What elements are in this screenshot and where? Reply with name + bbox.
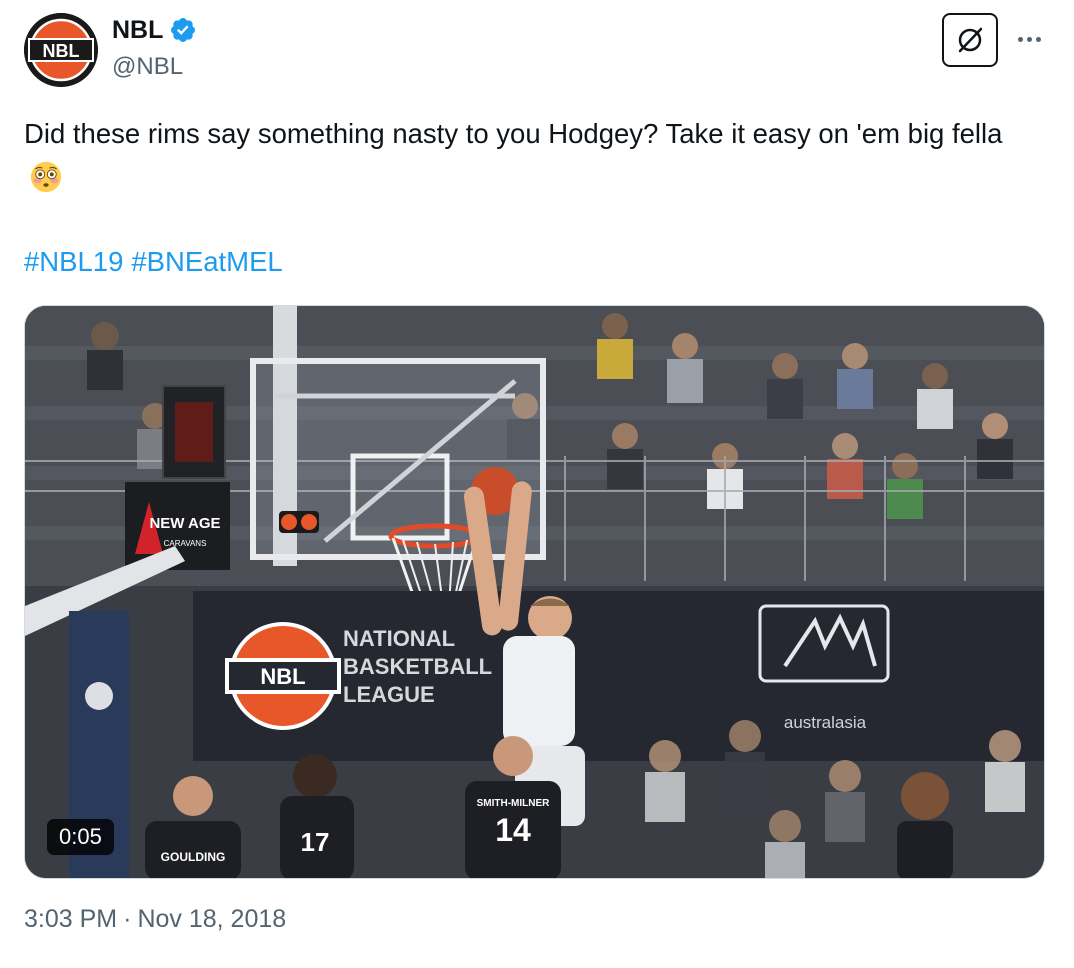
league-name-line-3: LEAGUE xyxy=(343,682,435,707)
hashtag-link[interactable]: #NBL19 xyxy=(24,240,123,284)
grok-icon xyxy=(958,27,983,53)
sponsor-name-text: NEW AGE xyxy=(149,515,220,532)
author-avatar[interactable]: NBL xyxy=(24,13,98,87)
verified-badge-icon xyxy=(171,18,196,42)
league-logo-text: NBL xyxy=(260,664,305,689)
jersey1-name: SMITH-MILNER xyxy=(477,798,551,809)
nbl-logo: NBL xyxy=(24,13,98,87)
league-name-line-2: BASKETBALL xyxy=(343,654,492,679)
author-display-name[interactable]: NBL xyxy=(112,16,163,45)
flushed-face-emoji-icon xyxy=(30,161,62,193)
video-player[interactable]: NEW AGE CARAVANS NBL NATIONAL BASKETBALL… xyxy=(24,305,1045,879)
tweet-text-body: Did these rims say something nasty to yo… xyxy=(24,118,1003,149)
player-right xyxy=(897,772,953,878)
avatar-logo-text: NBL xyxy=(43,41,80,61)
tweet-card: NBL NBL @NBL Did these rims say somethin… xyxy=(0,0,1074,968)
more-dot-icon xyxy=(1017,36,1023,42)
hashtag-link[interactable]: #BNEatMEL xyxy=(131,240,282,284)
author-handle[interactable]: @NBL xyxy=(112,53,183,81)
more-dot-icon xyxy=(1035,36,1041,42)
sponsor2-text: australasia xyxy=(784,713,867,732)
tweet-text: Did these rims say something nasty to yo… xyxy=(24,112,1034,200)
author-name-row[interactable]: NBL xyxy=(112,15,197,45)
sponsor-sub-text: CARAVANS xyxy=(164,539,207,548)
more-dot-icon xyxy=(1026,36,1032,42)
video-thumbnail: NEW AGE CARAVANS NBL NATIONAL BASKETBALL… xyxy=(25,306,1044,878)
tweet-timestamp: 3:03 PM · Nov 18, 2018 xyxy=(24,905,286,934)
timestamp-separator: · xyxy=(123,905,132,933)
timestamp-time-link[interactable]: 3:03 PM xyxy=(24,905,117,934)
jersey3-name: GOULDING xyxy=(161,850,226,864)
timestamp-date-link[interactable]: Nov 18, 2018 xyxy=(137,905,286,934)
grok-button[interactable] xyxy=(942,13,998,67)
league-name-line-1: NATIONAL xyxy=(343,626,455,651)
video-duration-badge: 0:05 xyxy=(47,819,114,855)
more-options-button[interactable] xyxy=(1012,24,1046,54)
hashtag-list: #NBL19 #BNEatMEL xyxy=(24,240,283,284)
jersey1-number: 14 xyxy=(495,812,531,848)
jersey2-number: 17 xyxy=(301,827,330,857)
